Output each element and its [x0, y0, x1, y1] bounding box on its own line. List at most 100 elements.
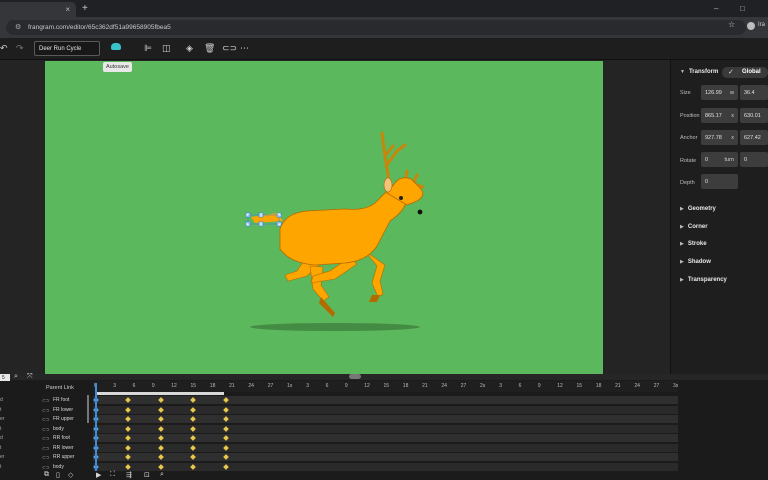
shadow-section-header[interactable]: ▶ Shadow — [680, 259, 711, 265]
work-area-bar[interactable] — [97, 392, 224, 395]
keyframe-marker[interactable] — [190, 454, 197, 460]
size-width-field[interactable]: 126.99 w — [701, 85, 738, 100]
anchor-y-field[interactable]: 627.42 — [740, 130, 768, 145]
global-toggle[interactable]: ✓ Global — [722, 67, 768, 78]
keyframe-marker[interactable] — [125, 425, 132, 432]
browser-tab[interactable]: × — [0, 2, 76, 17]
link-icon[interactable]: ⊂⊃ — [42, 436, 50, 442]
track-row[interactable] — [93, 415, 678, 423]
zoom-in-icon[interactable]: ⌕ — [14, 373, 18, 381]
position-y-field[interactable]: 630.01 — [740, 108, 768, 123]
keyframe-marker[interactable] — [190, 397, 197, 403]
bookmark-star-icon[interactable]: ☆ — [728, 20, 735, 29]
anchor-x-field[interactable]: 927.78 x — [701, 130, 738, 145]
fit-icon[interactable]: ⤧ — [27, 373, 33, 381]
keyframe-marker[interactable] — [125, 454, 132, 460]
timeline-zoom-icon[interactable]: ⌕ — [160, 471, 164, 479]
track-row[interactable] — [93, 405, 678, 414]
align-icon[interactable]: ⊫ — [144, 43, 152, 54]
stage-canvas[interactable] — [45, 61, 603, 374]
keyframe-marker[interactable] — [125, 444, 132, 451]
profile-label[interactable]: Ira — [758, 22, 765, 28]
keyframe-marker[interactable] — [125, 435, 132, 441]
track-row[interactable] — [93, 424, 678, 433]
fullscreen-icon[interactable]: ⛶ — [110, 471, 115, 479]
playhead[interactable] — [95, 383, 97, 471]
splitter-handle[interactable] — [349, 374, 361, 379]
track-row[interactable] — [93, 434, 678, 442]
keyframe-marker[interactable] — [158, 435, 164, 441]
keyframe-marker[interactable] — [222, 454, 229, 460]
keyframe-marker[interactable] — [158, 397, 164, 403]
link-icon[interactable]: ⊂⊃ — [42, 427, 50, 433]
layer-row[interactable]: d ⊂⊃ FR foot — [0, 396, 92, 405]
layer-row[interactable]: d ⊂⊃ RR foot — [0, 434, 92, 443]
link-icon[interactable]: ⊂⊃ — [42, 398, 50, 404]
keyframe-marker[interactable] — [222, 397, 229, 403]
position-x-field[interactable]: 865.17 x — [701, 108, 738, 123]
layer-row[interactable]: er ⊂⊃ FR upper — [0, 415, 92, 424]
profile-avatar-icon[interactable] — [747, 22, 755, 30]
undo-icon[interactable]: ↶ — [0, 43, 8, 54]
geometry-section-header[interactable]: ▶ Geometry — [680, 206, 716, 212]
document-name-input[interactable]: Deer Run Cycle — [34, 41, 100, 56]
link-icon[interactable]: ⊂⊃ — [42, 446, 50, 452]
timeline-zoom-input[interactable]: 5 — [0, 374, 10, 381]
window-minimize-icon[interactable]: – — [714, 4, 718, 13]
copy-icon[interactable]: ⧉ — [44, 471, 49, 479]
cloud-icon[interactable] — [111, 43, 121, 50]
layer-row[interactable]: er ⊂⊃ RR upper — [0, 453, 92, 462]
keyframe-marker[interactable] — [190, 425, 197, 432]
keyframe-marker[interactable] — [125, 397, 132, 403]
link-icon[interactable]: ⊂⊃ — [42, 417, 50, 423]
window-maximize-icon[interactable]: □ — [740, 4, 745, 13]
layer-row[interactable]: t ⊂⊃ body — [0, 425, 92, 434]
keyframe-marker[interactable] — [125, 406, 132, 413]
redo-icon[interactable]: ↷ — [16, 43, 24, 54]
track-row[interactable] — [93, 396, 678, 404]
more-icon[interactable]: ⋯ — [240, 43, 249, 54]
link-icon[interactable]: ⊂⊃ — [42, 455, 50, 461]
keyframe-marker[interactable] — [158, 406, 164, 413]
keyframe-marker[interactable] — [158, 463, 164, 470]
split-panel-icon[interactable]: ◫ — [162, 43, 171, 54]
keyframe-icon[interactable]: ◇ — [68, 471, 73, 479]
keyframe-marker[interactable] — [222, 425, 229, 432]
delete-keyframe-icon[interactable]: ▯ — [56, 471, 60, 479]
timeline-ruler[interactable]: 03691215182124271s3691215182124272s36912… — [93, 381, 678, 392]
keyframe-marker[interactable] — [125, 463, 132, 470]
keyframe-marker[interactable] — [125, 416, 132, 422]
transform-section-header[interactable]: ▼ Transform — [680, 69, 718, 75]
play-icon[interactable]: ▶ — [96, 471, 101, 479]
layer-row[interactable]: t ⊂⊃ FR lower — [0, 406, 92, 415]
corner-section-header[interactable]: ▶ Corner — [680, 224, 708, 230]
keyframe-marker[interactable] — [222, 406, 229, 413]
url-text[interactable]: frangram.com/editor/65c362df51a99658905f… — [28, 24, 171, 31]
keyframe-marker[interactable] — [222, 416, 229, 422]
keyframe-marker[interactable] — [158, 425, 164, 432]
stroke-section-header[interactable]: ▶ Stroke — [680, 241, 707, 247]
keyframe-marker[interactable] — [222, 435, 229, 441]
depth-field[interactable]: 0 — [701, 174, 738, 189]
layers-icon[interactable]: ◈ — [186, 43, 193, 54]
new-tab-icon[interactable]: + — [82, 3, 88, 14]
keyframe-marker[interactable] — [190, 406, 197, 413]
link-icon[interactable]: ⊂⊃ — [42, 408, 50, 414]
tab-close-icon[interactable]: × — [65, 5, 70, 14]
size-height-field[interactable]: 36.4 — [740, 85, 768, 100]
track-row[interactable] — [93, 462, 678, 471]
keyframe-marker[interactable] — [158, 454, 164, 460]
trash-icon[interactable]: 🗑 — [204, 43, 215, 54]
motion-icon[interactable]: ⇶ — [126, 471, 132, 479]
link-icon[interactable]: ⊂⊃ — [42, 465, 50, 471]
link-icon[interactable]: ⊂⊃ — [222, 43, 237, 54]
deer-illustration[interactable] — [45, 61, 603, 374]
keyframe-marker[interactable] — [190, 444, 197, 451]
rotate-degree-field[interactable]: 0 — [740, 152, 768, 167]
keyframe-marker[interactable] — [190, 435, 197, 441]
transparency-section-header[interactable]: ▶ Transparency — [680, 277, 727, 283]
keyframe-marker[interactable] — [190, 463, 197, 470]
rotate-turn-field[interactable]: 0 turn — [701, 152, 738, 167]
site-settings-icon[interactable]: ⚙ — [15, 23, 21, 31]
keyframe-marker[interactable] — [190, 416, 197, 422]
